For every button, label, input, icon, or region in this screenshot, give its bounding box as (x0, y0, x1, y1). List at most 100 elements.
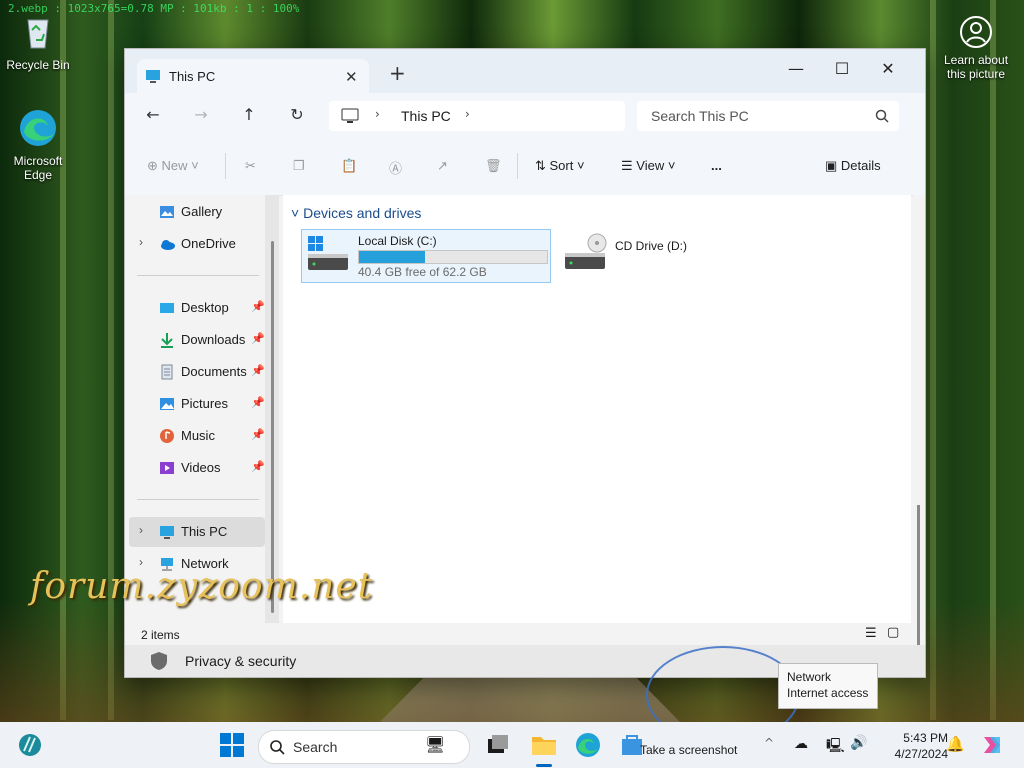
copilot-icon[interactable] (978, 731, 1006, 759)
sidebar-item-onedrive[interactable]: › OneDrive (129, 229, 265, 259)
address-bar: ← → ↑ ↻ › This PC › Search This PC (125, 93, 925, 137)
details-button[interactable]: ▣ Details (825, 158, 881, 174)
cut-icon[interactable]: ✂ (245, 158, 256, 174)
sidebar-item-desktop[interactable]: Desktop 📌 (129, 293, 265, 323)
command-bar: ⊕ New ˅ ✂ ❐ 📋 Ⓐ ↗ 🗑 ⇅ Sort ˅ ☰ View ˅ ..… (125, 137, 925, 196)
toolbar-divider (225, 153, 226, 179)
clock-date: 4/27/2024 (894, 747, 948, 761)
search-icon (270, 740, 285, 755)
details-view-icon[interactable]: ☰ (865, 626, 877, 641)
chevron-right-icon[interactable]: › (139, 235, 143, 249)
view-label: View (636, 158, 665, 173)
sidebar-label: Downloads (181, 332, 246, 347)
desktop-icon-edge[interactable]: Microsoft Edge (0, 106, 76, 182)
desktop-icon-label: Recycle Bin (6, 58, 70, 72)
search-box[interactable]: Search This PC (637, 101, 899, 131)
tab-bar: This PC ✕ + — ☐ ✕ (125, 49, 925, 95)
sidebar-item-pictures[interactable]: Pictures 📌 (129, 389, 265, 419)
sort-button[interactable]: ⇅ Sort ˅ (535, 158, 585, 174)
section-header[interactable]: ˅ Devices and drives (291, 205, 421, 221)
sidebar-item-documents[interactable]: Documents 📌 (129, 357, 265, 387)
copy-icon[interactable]: ❐ (293, 158, 305, 174)
sidebar-item-downloads[interactable]: Downloads 📌 (129, 325, 265, 355)
new-button[interactable]: ⊕ New ˅ (147, 158, 199, 174)
details-pane-icon: ▣ (825, 158, 841, 173)
pictures-icon (159, 396, 175, 412)
new-label: New (161, 158, 188, 173)
tiles-view-icon[interactable]: ▢ (887, 625, 899, 640)
refresh-button[interactable]: ↻ (285, 105, 309, 125)
drive-d-tile[interactable]: CD Drive (D:) (559, 229, 759, 281)
delete-icon[interactable]: 🗑 (485, 158, 502, 174)
chevron-down-icon: ˅ (291, 205, 304, 221)
maximize-button[interactable]: ☐ (819, 59, 865, 78)
rename-icon[interactable]: Ⓐ (389, 158, 402, 177)
onedrive-cloud-icon (159, 236, 175, 252)
sidebar-item-gallery[interactable]: Gallery (129, 197, 265, 227)
tooltip-line-1: Network (787, 670, 832, 684)
sidebar-divider (137, 499, 259, 500)
windows-start-icon[interactable] (218, 731, 246, 759)
clock-time: 5:43 PM (903, 731, 948, 745)
close-tab-icon[interactable]: ✕ (345, 68, 358, 86)
tab-label: This PC (169, 69, 216, 84)
close-window-button[interactable]: ✕ (865, 59, 911, 78)
tab-this-pc[interactable]: This PC ✕ (137, 59, 369, 95)
edge-icon[interactable] (574, 731, 602, 759)
take-screenshot-label[interactable]: Take a screenshot (640, 743, 737, 757)
search-icon (875, 109, 889, 123)
taskbar-search[interactable]: Search 🖥 (258, 730, 470, 764)
pin-icon: 📌 (251, 397, 265, 409)
scrollbar-thumb[interactable] (271, 241, 274, 613)
recycle-bin-icon (16, 10, 60, 54)
desktop-icon-recycle-bin[interactable]: Recycle Bin (0, 10, 76, 72)
download-arrow-icon (159, 332, 175, 348)
clock[interactable]: 5:43 PM 4/27/2024 (880, 730, 948, 762)
view-button[interactable]: ☰ View ˅ (621, 158, 675, 174)
sort-label: Sort (549, 158, 574, 173)
breadcrumb-this-pc[interactable]: This PC (401, 108, 451, 124)
computer-icon (341, 108, 359, 123)
learn-about-picture[interactable]: Learn about this picture (938, 14, 1014, 81)
back-button[interactable]: ← (141, 105, 165, 125)
chevron-right-icon: › (375, 107, 380, 121)
minimize-button[interactable]: — (773, 59, 819, 78)
task-view-icon[interactable] (484, 731, 512, 759)
sidebar-item-videos[interactable]: Videos 📌 (129, 453, 265, 483)
more-options-button[interactable]: ... (711, 158, 722, 173)
paste-icon[interactable]: 📋 (341, 158, 357, 174)
drive-c-tile[interactable]: Local Disk (C:) 40.4 GB free of 62.2 GB (301, 229, 551, 283)
file-explorer-icon[interactable] (530, 731, 558, 759)
drive-name: Local Disk (C:) (358, 234, 437, 248)
pin-icon: 📌 (251, 333, 265, 345)
music-icon (159, 428, 175, 444)
camera-info-icon (960, 16, 992, 48)
cloud-offline-icon[interactable]: ☁ (794, 736, 808, 752)
chevron-right-icon[interactable]: › (139, 523, 143, 537)
sidebar-scrollbar[interactable] (265, 195, 279, 623)
widgets-icon[interactable] (16, 731, 44, 759)
scrollbar-thumb[interactable] (917, 505, 920, 645)
sidebar-item-music[interactable]: Music 📌 (129, 421, 265, 451)
drive-free-space: 40.4 GB free of 62.2 GB (358, 265, 487, 279)
sidebar-label: This PC (181, 524, 228, 539)
share-icon[interactable]: ↗ (437, 158, 448, 174)
chevron-right-icon[interactable]: › (465, 107, 470, 121)
video-icon (159, 460, 175, 476)
forum-watermark: forum.zyzoom.net (30, 566, 374, 607)
chevron-up-icon[interactable]: ^ (764, 736, 774, 750)
breadcrumb[interactable]: › This PC › (329, 101, 625, 131)
sidebar-label: Documents (181, 364, 247, 379)
sidebar-label: Desktop (181, 300, 229, 315)
content-scrollbar[interactable] (913, 195, 925, 645)
new-tab-button[interactable]: + (389, 63, 406, 83)
up-button[interactable]: ↑ (237, 105, 261, 125)
notification-bell-icon[interactable]: 🔔 (946, 735, 965, 753)
plus-icon: ⊕ (147, 158, 162, 173)
forward-button[interactable]: → (189, 105, 213, 125)
volume-icon[interactable]: 🔊 (850, 735, 867, 751)
sidebar-divider (137, 275, 259, 276)
sidebar-label: Pictures (181, 396, 228, 411)
network-status-icon[interactable]: 🖳 (826, 735, 845, 759)
sidebar-item-this-pc[interactable]: › This PC (129, 517, 265, 547)
